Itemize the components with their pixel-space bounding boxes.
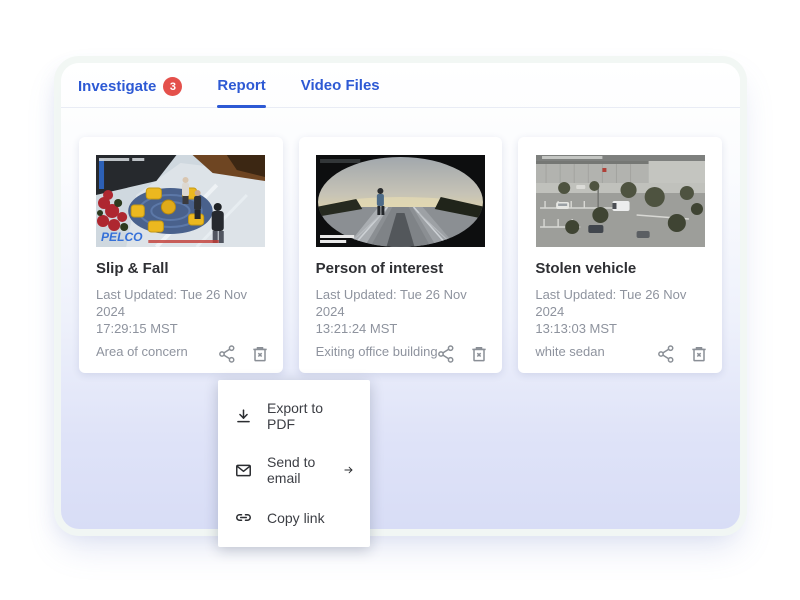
delete-icon[interactable]: [469, 344, 489, 364]
tab-video-files[interactable]: Video Files: [301, 77, 380, 106]
card-actions: [436, 344, 489, 364]
share-icon[interactable]: [217, 344, 237, 364]
menu-item-label: Export to PDF: [267, 400, 354, 432]
download-icon: [234, 407, 253, 426]
tab-investigate-label: Investigate: [78, 78, 156, 95]
menu-item-label: Copy link: [267, 510, 325, 526]
tab-investigate[interactable]: Investigate 3: [78, 77, 182, 108]
menu-item-export-pdf[interactable]: Export to PDF: [218, 389, 370, 443]
report-card-slip-fall[interactable]: PELCO Slip & Fall Last Updated: Tue 26 N…: [79, 137, 283, 373]
delete-icon[interactable]: [689, 344, 709, 364]
link-icon: [234, 508, 253, 527]
card-title: Slip & Fall: [96, 260, 266, 277]
email-icon: [234, 461, 253, 480]
card-updated: Last Updated: Tue 26 Nov 2024 17:29:15 M…: [96, 286, 266, 337]
menu-item-copy-link[interactable]: Copy link: [218, 497, 370, 538]
report-card-stolen-vehicle[interactable]: Stolen vehicle Last Updated: Tue 26 Nov …: [518, 137, 722, 373]
report-card-person-of-interest[interactable]: Person of interest Last Updated: Tue 26 …: [299, 137, 503, 373]
tab-video-files-label: Video Files: [301, 77, 380, 94]
stolen-vehicle-thumbnail: [536, 155, 705, 247]
pelco-watermark: PELCO: [101, 230, 143, 244]
arrow-right-icon: [343, 461, 354, 479]
share-icon[interactable]: [436, 344, 456, 364]
context-menu: Export to PDF Send to email Copy link: [218, 380, 370, 547]
tab-report[interactable]: Report: [217, 77, 265, 106]
tab-report-label: Report: [217, 77, 265, 94]
card-updated: Last Updated: Tue 26 Nov 2024 13:13:03 M…: [535, 286, 705, 337]
card-title: Person of interest: [316, 260, 486, 277]
card-updated: Last Updated: Tue 26 Nov 2024 13:21:24 M…: [316, 286, 486, 337]
delete-icon[interactable]: [250, 344, 270, 364]
person-of-interest-thumbnail: [316, 155, 485, 247]
menu-item-send-email[interactable]: Send to email: [218, 443, 370, 497]
card-actions: [656, 344, 709, 364]
card-title: Stolen vehicle: [535, 260, 705, 277]
tab-bar: Investigate 3 Report Video Files: [61, 63, 740, 108]
slip-fall-thumbnail: PELCO: [96, 155, 265, 247]
menu-item-label: Send to email: [267, 454, 321, 486]
report-cards-row: PELCO Slip & Fall Last Updated: Tue 26 N…: [61, 137, 740, 373]
share-icon[interactable]: [656, 344, 676, 364]
investigate-count-badge: 3: [163, 77, 182, 96]
report-panel: Investigate 3 Report Video Files: [61, 63, 740, 529]
card-actions: [217, 344, 270, 364]
